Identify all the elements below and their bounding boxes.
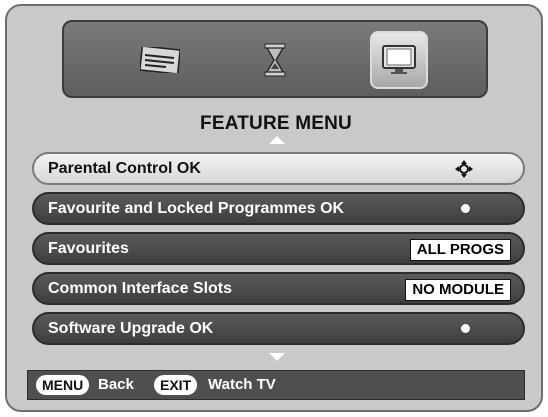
- menu-item-parental-control[interactable]: Parental Control OK: [32, 152, 525, 185]
- exit-key-icon[interactable]: EXIT: [154, 375, 198, 395]
- menu-item-label: Parental Control OK: [48, 160, 201, 177]
- menu-item-label: Common Interface Slots: [48, 280, 233, 297]
- menu-item-favourite-locked[interactable]: Favourite and Locked Programmes OK: [32, 192, 525, 225]
- page-title: FEATURE MENU: [200, 113, 352, 134]
- menu-item-software-upgrade[interactable]: Software Upgrade OK: [32, 312, 525, 345]
- nav-arrows-icon: [455, 160, 473, 178]
- common-interface-value[interactable]: NO MODULE: [405, 279, 511, 301]
- back-label: Back: [98, 376, 134, 393]
- scroll-up-icon: [269, 136, 285, 144]
- dot-icon: [461, 324, 470, 333]
- menu-item-common-interface-slots[interactable]: Common Interface Slots NO MODULE: [32, 272, 525, 305]
- tv-screen-icon[interactable]: [370, 31, 428, 89]
- menu-item-label: Favourite and Locked Programmes OK: [48, 200, 345, 217]
- menu-item-label: Favourites: [48, 240, 129, 257]
- footer-key-hints: MENU Back EXIT Watch TV: [27, 370, 525, 400]
- watch-tv-label: Watch TV: [208, 376, 276, 393]
- favourites-value[interactable]: ALL PROGS: [409, 239, 511, 261]
- tv-menu-screen: FEATURE MENU Parental Control OK Favouri…: [5, 4, 543, 412]
- menu-key-icon[interactable]: MENU: [36, 375, 90, 395]
- dot-icon: [461, 204, 470, 213]
- menu-item-label: Software Upgrade OK: [48, 320, 214, 337]
- menu-category-bar: [62, 20, 488, 98]
- menu-item-favourites[interactable]: Favourites ALL PROGS: [32, 232, 525, 265]
- hourglass-icon[interactable]: [249, 34, 301, 86]
- scroll-down-icon: [269, 353, 285, 361]
- channel-list-icon[interactable]: [134, 34, 186, 86]
